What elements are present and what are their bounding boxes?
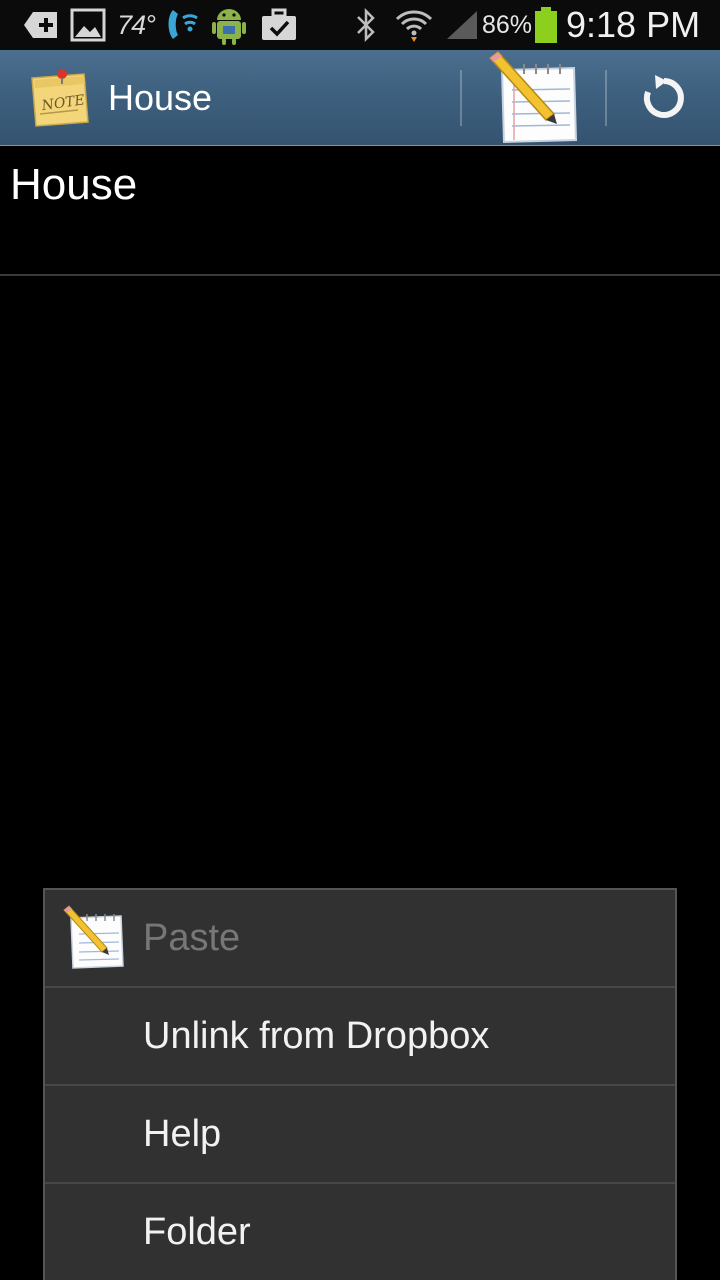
notepad-pencil-icon [488,50,578,144]
divider [0,274,720,276]
menu-item-label: Help [143,1113,222,1155]
menu-item-help[interactable]: Help [45,1086,675,1182]
wifi-calling-icon [162,0,204,50]
signal-icon [444,0,480,50]
android-icon [208,0,250,50]
refresh-button[interactable] [624,50,704,146]
refresh-icon [643,75,684,118]
menu-item-folder[interactable]: Folder [45,1184,675,1280]
action-bar-title: House [108,77,213,118]
action-bar-divider [460,70,462,126]
temperature-text: 74° [117,9,156,40]
menu-item-label: Unlink from Dropbox [143,1015,490,1057]
menu-item-unlink-dropbox[interactable]: Unlink from Dropbox [45,988,675,1084]
note-title[interactable]: House [10,160,137,210]
menu-item-label: Paste [143,917,241,959]
notepad-pencil-icon [61,904,127,970]
clock-text: 9:18 PM [566,4,701,45]
wifi-icon [394,0,434,50]
briefcase-check-icon [258,0,300,50]
menu-item-label: Folder [143,1211,251,1253]
bluetooth-icon [352,0,380,50]
new-note-button[interactable] [484,50,584,146]
screen: 74° 86% 9:18 PM NOTE House House Paste U… [0,0,720,1280]
battery-icon [532,0,560,50]
add-icon [22,0,60,50]
options-menu: Paste Unlink from Dropbox Help Folder [43,888,677,1280]
action-bar: NOTE House [0,50,720,146]
gallery-icon [68,0,108,50]
battery-percent-text: 86% [481,10,533,39]
menu-item-paste[interactable]: Paste [45,890,675,986]
note-icon[interactable]: NOTE [28,68,92,128]
status-bar: 74° 86% 9:18 PM [0,0,720,50]
action-bar-divider [605,70,607,126]
